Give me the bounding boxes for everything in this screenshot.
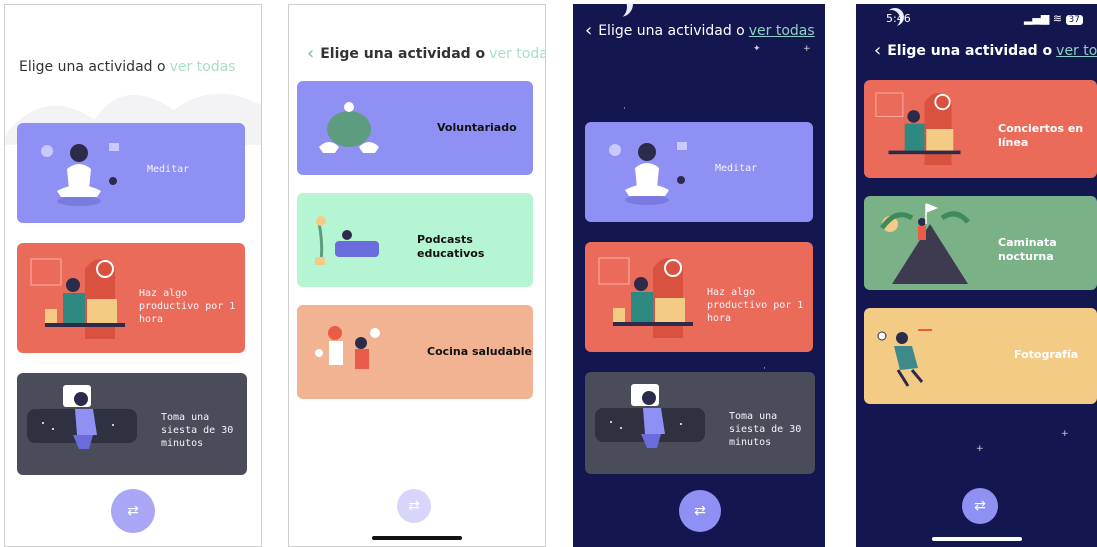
card-label: Podcasts educativos — [417, 233, 485, 261]
card-label: Meditar — [147, 164, 190, 175]
activity-card-cocina[interactable]: Cocina saludable — [297, 305, 533, 399]
shuffle-icon: ⇄ — [694, 503, 706, 519]
see-all-link[interactable]: ver todas — [489, 46, 545, 62]
back-chevron-icon[interactable]: ‹ — [585, 22, 592, 40]
star-icon: + — [803, 44, 811, 54]
back-chevron-icon[interactable]: ‹ — [307, 45, 314, 63]
activity-card-productivo[interactable]: Haz algo productivo por 1 hora — [585, 242, 813, 352]
activity-card-podcasts[interactable]: Podcasts educativos — [297, 193, 533, 287]
activity-card-meditar[interactable]: Meditar — [585, 122, 813, 222]
shuffle-button[interactable]: ⇄ — [679, 490, 721, 532]
shuffle-button[interactable]: ⇄ — [962, 488, 998, 524]
work-desk-illustration — [30, 258, 125, 339]
shuffle-button[interactable]: ⇄ — [397, 489, 431, 523]
card-label: Conciertos en línea — [998, 122, 1084, 150]
header-title: Elige una actividad o — [320, 46, 486, 62]
star-icon: + — [976, 444, 984, 454]
see-all-link[interactable]: ver todas — [1056, 43, 1097, 59]
header-title: Elige una actividad o — [887, 43, 1053, 59]
screen-dark-2: 5:46 ▂▄▆ ≋ 37 + + + ‹ Elige una activida… — [856, 4, 1097, 547]
header: ‹ Elige una actividad o ver todas — [289, 45, 545, 63]
activity-card-conciertos[interactable]: Conciertos en línea — [864, 80, 1097, 178]
star-icon: + — [1061, 429, 1069, 439]
see-all-link[interactable]: ver todas — [749, 23, 815, 39]
screens-row: Elige una actividad o ver todas Meditar — [0, 0, 1097, 547]
header: Elige una actividad o ver todas — [5, 59, 261, 75]
card-label: Haz algo productivo por 1 hora — [139, 288, 236, 325]
card-label: Toma una siesta de 30 minutos — [161, 412, 234, 449]
shuffle-icon: ⇄ — [974, 498, 986, 514]
nap-illustration — [27, 385, 137, 449]
see-all-link[interactable]: ver todas — [170, 59, 236, 75]
card-label: Fotografía — [1014, 348, 1079, 361]
screen-dark-1: ✦ + · · ‹ Elige una actividad o ver toda… — [573, 4, 825, 547]
nap-illustration — [595, 384, 705, 448]
activity-card-caminata[interactable]: Caminata nocturna — [864, 196, 1097, 290]
card-label: Meditar — [715, 163, 758, 174]
concert-illustration — [875, 92, 961, 165]
card-label: Cocina saludable — [427, 345, 532, 358]
shuffle-icon: ⇄ — [408, 498, 420, 514]
meditation-illustration — [609, 142, 687, 205]
activity-card-fotografia[interactable]: Fotografía — [864, 308, 1097, 404]
photography-illustration — [877, 329, 932, 387]
card-label: Toma una siesta de 30 minutos — [729, 411, 802, 448]
activity-card-productivo[interactable]: Haz algo productivo por 1 hora — [17, 243, 245, 353]
star-icon: · — [623, 104, 626, 114]
volunteer-illustration — [319, 102, 379, 153]
activity-card-siesta[interactable]: Toma una siesta de 30 minutos — [585, 372, 815, 474]
card-label: Voluntariado — [437, 121, 517, 134]
header-title: Elige una actividad o — [19, 59, 166, 75]
home-indicator — [931, 537, 1022, 541]
shuffle-button[interactable]: ⇄ — [111, 489, 155, 533]
hiking-illustration — [879, 203, 970, 284]
work-desk-illustration — [598, 257, 693, 338]
screen-light-2: ‹ Elige una actividad o ver todas Volunt… — [288, 4, 546, 547]
moon-icon — [601, 4, 627, 20]
meditation-illustration — [41, 143, 119, 206]
status-time: 5:46 — [886, 12, 911, 25]
screen-light-1: Elige una actividad o ver todas Meditar — [4, 4, 262, 547]
cooking-illustration — [315, 326, 380, 369]
status-bar: 5:46 ▂▄▆ ≋ 37 — [856, 12, 1097, 25]
podcast-illustration — [315, 216, 379, 265]
star-icon: ✦ — [753, 44, 761, 54]
header: ‹ Elige una actividad o ver todas — [573, 22, 825, 40]
activity-card-voluntariado[interactable]: Voluntariado — [297, 81, 533, 175]
home-indicator — [372, 536, 462, 540]
shuffle-icon: ⇄ — [127, 503, 139, 519]
card-label: Haz algo productivo por 1 hora — [707, 287, 804, 324]
card-label: Caminata nocturna — [998, 236, 1057, 264]
activity-card-siesta[interactable]: Toma una siesta de 30 minutos — [17, 373, 247, 475]
header-title: Elige una actividad o — [598, 23, 745, 39]
activity-card-meditar[interactable]: Meditar — [17, 123, 245, 223]
header: ‹ Elige una actividad o ver todas — [856, 42, 1097, 60]
back-chevron-icon[interactable]: ‹ — [874, 42, 881, 60]
status-icons: ▂▄▆ ≋ 37 — [1024, 12, 1083, 25]
battery-level: 37 — [1065, 15, 1083, 25]
